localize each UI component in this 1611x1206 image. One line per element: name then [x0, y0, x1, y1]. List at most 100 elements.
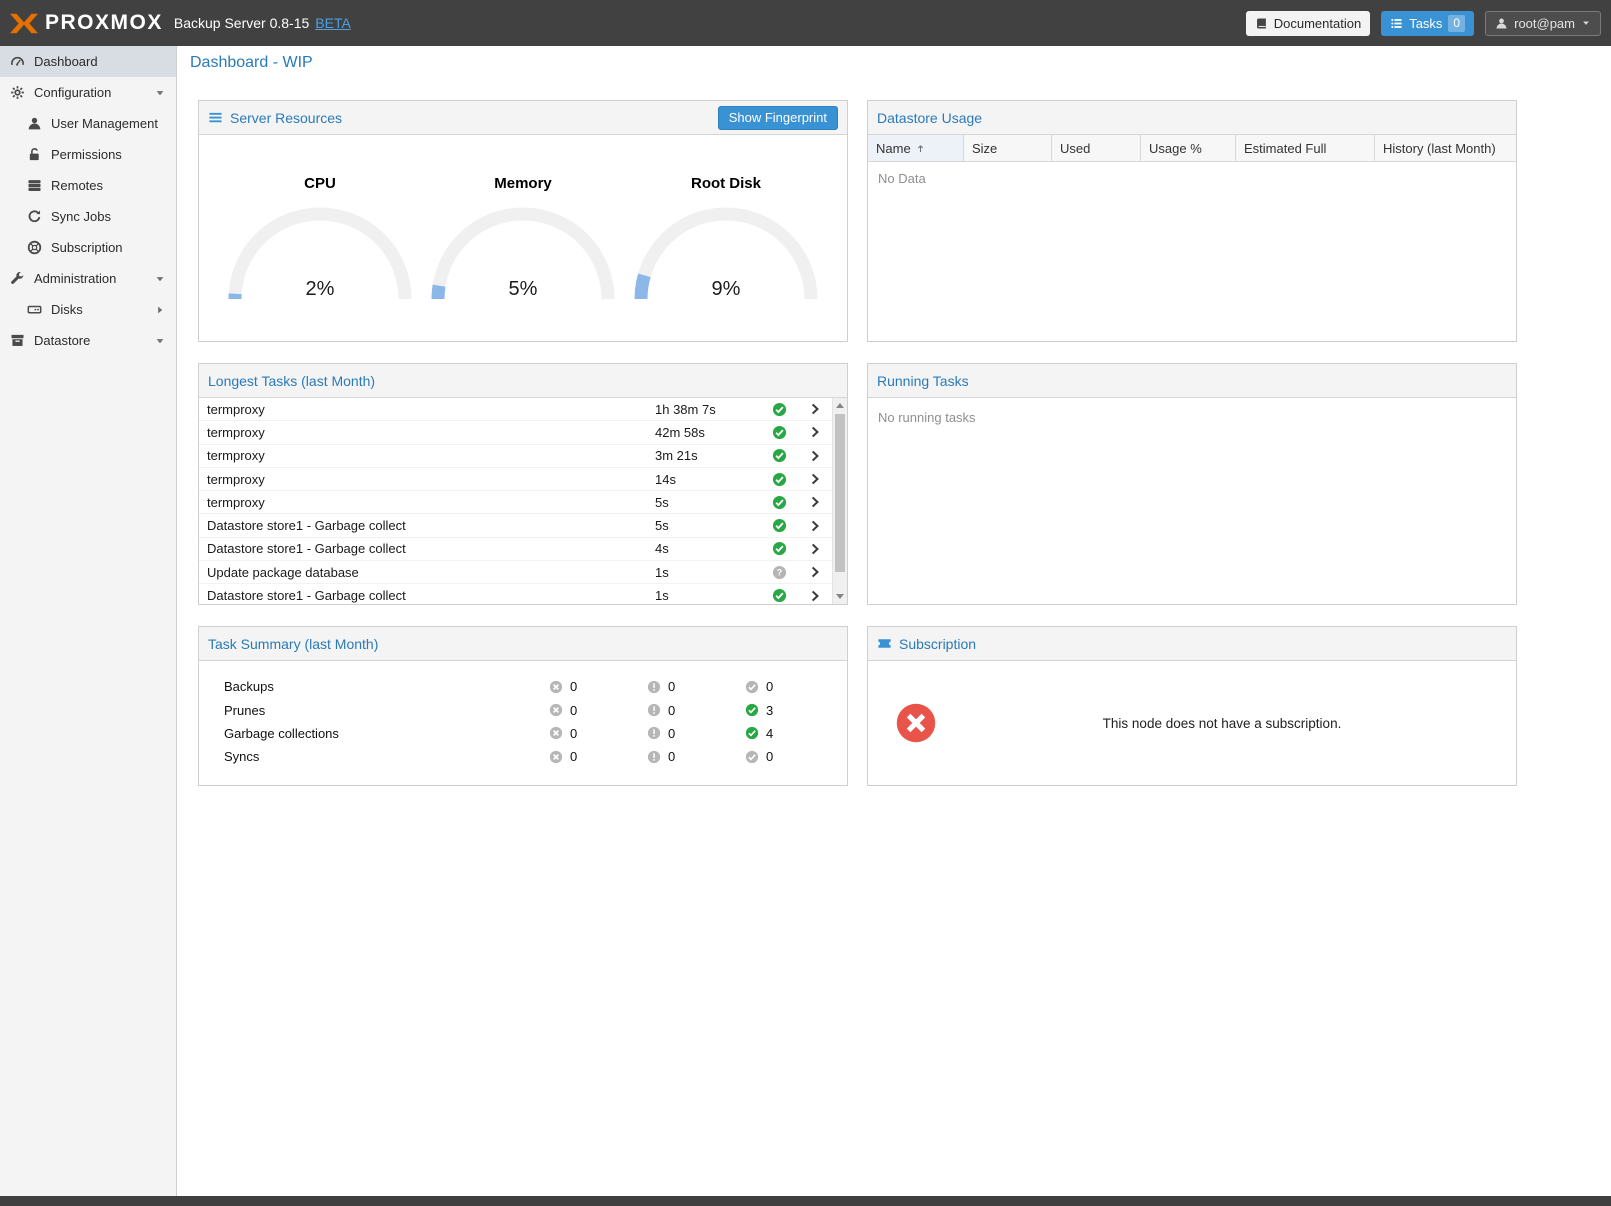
sidebar-item-datastore[interactable]: Datastore: [0, 325, 176, 356]
subscription-message: This node does not have a subscription.: [938, 716, 1516, 731]
running-tasks-empty-text: No running tasks: [868, 398, 1516, 434]
task-duration: 14s: [655, 472, 760, 487]
tasks-label: Tasks: [1409, 16, 1442, 31]
product-version: Backup Server 0.8-15: [174, 15, 309, 31]
error-count: 0: [570, 726, 577, 741]
chevron-right-icon[interactable]: [808, 425, 822, 439]
task-name: termproxy: [207, 448, 655, 463]
summary-row-garbage-collections[interactable]: Garbage collections004: [199, 722, 847, 745]
summary-label: Syncs: [224, 749, 549, 764]
vertical-scrollbar[interactable]: [832, 398, 847, 604]
task-row[interactable]: Datastore store1 - Garbage collect4s: [199, 538, 832, 561]
column-header-estimated-full[interactable]: Estimated Full: [1236, 135, 1375, 161]
task-row[interactable]: termproxy42m 58s: [199, 421, 832, 444]
caret-down-icon[interactable]: [154, 87, 166, 99]
chevron-right-icon[interactable]: [808, 472, 822, 486]
column-header-size[interactable]: Size: [964, 135, 1052, 161]
caret-right-icon[interactable]: [154, 304, 166, 316]
caret-down-icon: [1581, 18, 1591, 28]
server-resources-header: Server Resources Show Fingerprint: [199, 101, 847, 135]
tachometer-icon: [10, 54, 25, 69]
sidebar-item-configuration[interactable]: Configuration: [0, 77, 176, 108]
task-row[interactable]: Update package database1s?: [199, 561, 832, 584]
running-tasks-panel: Running Tasks No running tasks: [867, 363, 1517, 605]
sidebar-item-administration[interactable]: Administration: [0, 263, 176, 294]
subscription-panel: Subscription This node does not have a s…: [867, 626, 1517, 786]
task-name: Datastore store1 - Garbage collect: [207, 541, 655, 556]
chevron-right-icon[interactable]: [808, 449, 822, 463]
sidebar-nav: DashboardConfigurationUser Management Per…: [0, 46, 177, 1196]
column-header-used[interactable]: Used: [1052, 135, 1141, 161]
gauge-value: 2%: [306, 278, 335, 300]
gauge-label: CPU: [219, 175, 422, 192]
warning-count: 0: [668, 679, 675, 694]
chevron-right-icon[interactable]: [808, 495, 822, 509]
server-resources-title: Server Resources: [230, 110, 342, 126]
column-header-history-last-month[interactable]: History (last Month): [1375, 135, 1516, 161]
longest-tasks-title: Longest Tasks (last Month): [208, 373, 375, 389]
sidebar-item-disks[interactable]: Disks: [0, 294, 176, 325]
gauge-arc: 9%: [631, 204, 821, 304]
task-ok-icon: [772, 402, 787, 417]
task-name: termproxy: [207, 495, 655, 510]
user-menu-button[interactable]: root@pam: [1485, 11, 1601, 36]
sort-asc-icon: [915, 143, 926, 154]
chevron-right-icon[interactable]: [808, 519, 822, 533]
sidebar-item-dashboard[interactable]: Dashboard: [0, 46, 176, 77]
app-frame: DashboardConfigurationUser Management Per…: [0, 46, 1611, 1196]
column-label: Usage %: [1149, 141, 1202, 156]
summary-label: Garbage collections: [224, 726, 549, 741]
warning-count: 0: [668, 749, 675, 764]
longest-tasks-body: termproxy1h 38m 7stermproxy42m 58stermpr…: [199, 398, 847, 604]
warning-count-icon: [647, 703, 661, 717]
chevron-right-icon[interactable]: [808, 565, 822, 579]
task-ok-icon: [772, 425, 787, 440]
task-row[interactable]: Datastore store1 - Garbage collect5s: [199, 514, 832, 537]
sidebar-item-permissions[interactable]: Permissions: [0, 139, 176, 170]
scroll-thumb[interactable]: [835, 414, 845, 572]
hdd-icon: [27, 302, 42, 317]
scroll-down-arrow[interactable]: [833, 589, 847, 604]
show-fingerprint-button[interactable]: Show Fingerprint: [718, 106, 838, 130]
caret-down-icon[interactable]: [154, 335, 166, 347]
summary-row-syncs[interactable]: Syncs000: [199, 745, 847, 768]
column-header-usage[interactable]: Usage %: [1141, 135, 1236, 161]
sidebar-item-user-management[interactable]: User Management: [0, 108, 176, 139]
logo-text: PROXMOX: [45, 11, 163, 35]
column-header-name[interactable]: Name: [868, 135, 964, 161]
task-row[interactable]: termproxy14s: [199, 468, 832, 491]
refresh-icon: [27, 209, 42, 224]
chevron-right-icon[interactable]: [808, 589, 822, 603]
tasks-button[interactable]: Tasks 0: [1381, 11, 1474, 36]
task-row[interactable]: termproxy1h 38m 7s: [199, 398, 832, 421]
sidebar-item-sync-jobs[interactable]: Sync Jobs: [0, 201, 176, 232]
subscription-title: Subscription: [899, 636, 976, 652]
running-tasks-body: No running tasks: [868, 398, 1516, 604]
datastore-usage-empty-text: No Data: [868, 162, 1516, 195]
chevron-right-icon[interactable]: [808, 542, 822, 556]
sidebar-item-remotes[interactable]: Remotes: [0, 170, 176, 201]
scroll-up-arrow[interactable]: [833, 398, 847, 413]
task-name: Datastore store1 - Garbage collect: [207, 518, 655, 533]
column-label: Used: [1060, 141, 1090, 156]
documentation-button[interactable]: Documentation: [1246, 11, 1370, 36]
caret-down-icon[interactable]: [154, 273, 166, 285]
book-icon: [1255, 17, 1268, 30]
sidebar-item-label: Remotes: [51, 178, 103, 193]
datastore-usage-panel: Datastore Usage NameSizeUsedUsage %Estim…: [867, 100, 1517, 342]
column-label: Name: [876, 141, 911, 156]
sidebar-item-label: Permissions: [51, 147, 122, 162]
task-row[interactable]: Datastore store1 - Garbage collect1s: [199, 584, 832, 604]
ok-count-icon: [745, 726, 759, 740]
summary-row-backups[interactable]: Backups000: [199, 675, 847, 698]
beta-link[interactable]: BETA: [315, 15, 351, 31]
gauge-value: 5%: [509, 278, 538, 300]
warning-count-icon: [647, 750, 661, 764]
task-row[interactable]: termproxy3m 21s: [199, 445, 832, 468]
summary-row-prunes[interactable]: Prunes003: [199, 698, 847, 721]
ok-count: 0: [766, 679, 773, 694]
task-row[interactable]: termproxy5s: [199, 491, 832, 514]
datastore-usage-column-headers: Name Size Used Usage % Estimated FullHistory…: [868, 135, 1516, 162]
chevron-right-icon[interactable]: [808, 402, 822, 416]
sidebar-item-subscription[interactable]: Subscription: [0, 232, 176, 263]
